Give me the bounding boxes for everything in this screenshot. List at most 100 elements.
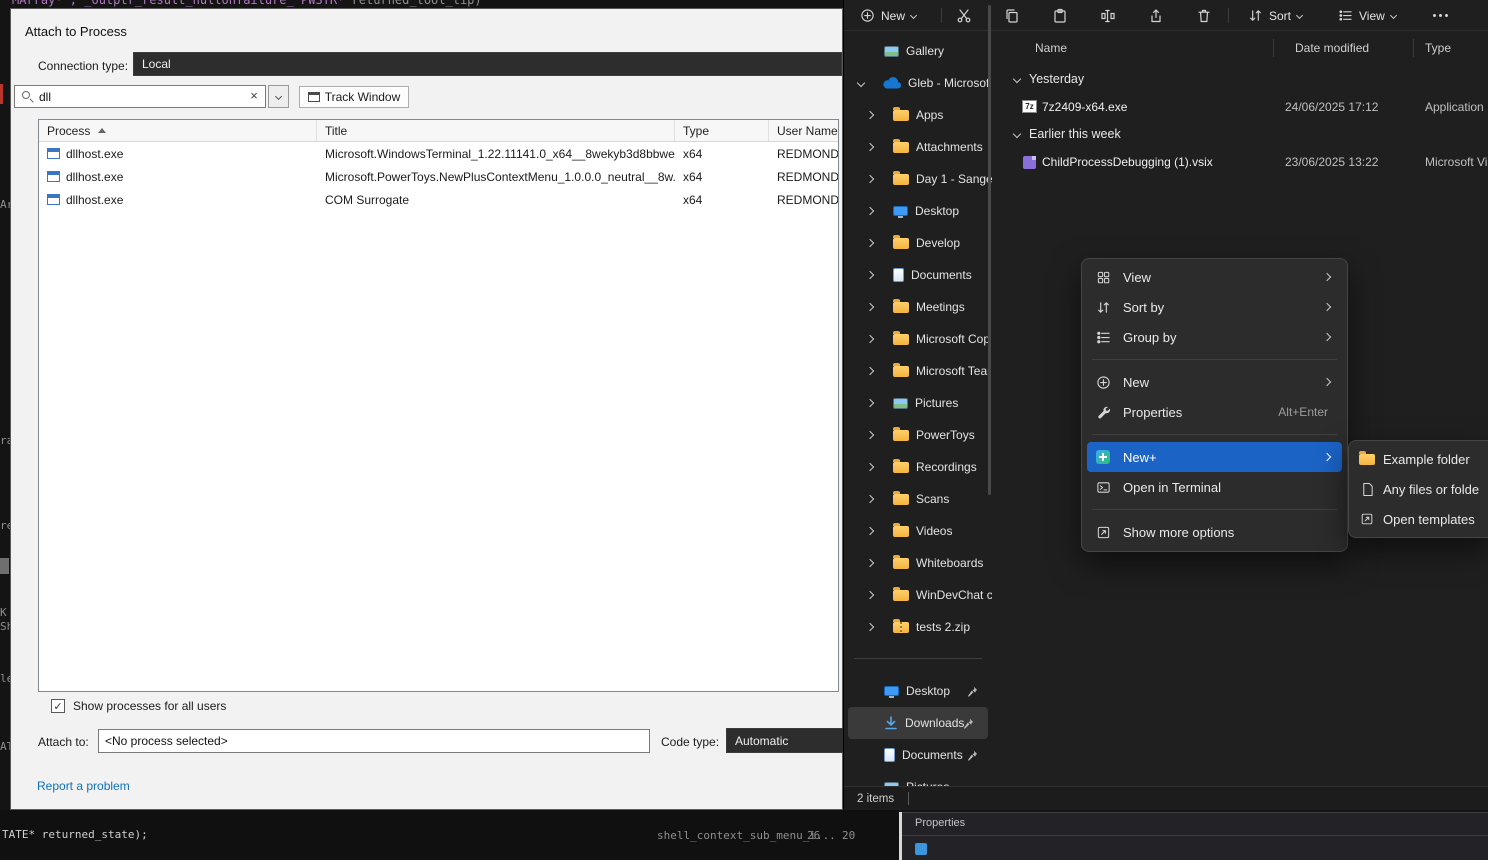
context-menu-item-group-by[interactable]: Group by bbox=[1087, 322, 1342, 352]
filter-dropdown-button[interactable] bbox=[268, 85, 289, 108]
group-header-yesterday[interactable]: Yesterday bbox=[1014, 65, 1084, 93]
track-window-button[interactable]: Track Window bbox=[299, 86, 409, 108]
context-menu-item-view[interactable]: View bbox=[1087, 262, 1342, 292]
context-menu-item-open-in-terminal[interactable]: Open in Terminal bbox=[1087, 472, 1342, 502]
attach-to-field[interactable] bbox=[98, 729, 650, 753]
chevron-right-icon[interactable] bbox=[866, 559, 874, 567]
see-more-button[interactable] bbox=[1428, 2, 1452, 29]
chevron-down-icon[interactable] bbox=[857, 79, 865, 87]
context-menu-item-show-more-options[interactable]: Show more options bbox=[1087, 517, 1342, 547]
process-filter-input[interactable] bbox=[39, 86, 239, 107]
chevron-right-icon[interactable] bbox=[866, 431, 874, 439]
sidebar-item-pictures[interactable]: Pictures bbox=[844, 387, 992, 419]
chevron-right-icon[interactable] bbox=[866, 495, 874, 503]
share-button[interactable] bbox=[1140, 2, 1172, 29]
sort-button[interactable]: Sort bbox=[1240, 2, 1310, 29]
column-header-title[interactable]: Title bbox=[317, 120, 675, 141]
paste-button[interactable] bbox=[1044, 2, 1076, 29]
sidebar-item-desktop[interactable]: Desktop bbox=[844, 195, 992, 227]
chevron-right-icon[interactable] bbox=[866, 143, 874, 151]
sidebar-item-whiteboards[interactable]: Whiteboards bbox=[844, 547, 992, 579]
sidebar-item-label: Meetings bbox=[916, 300, 965, 314]
sidebar-item-apps[interactable]: Apps bbox=[844, 99, 992, 131]
submenu-item-any-files[interactable]: Any files or folde bbox=[1349, 474, 1488, 504]
sidebar-item-label: Apps bbox=[916, 108, 943, 122]
context-menu-item-properties[interactable]: Properties Alt+Enter bbox=[1087, 397, 1342, 427]
sidebar-item-gallery[interactable]: Gallery bbox=[844, 35, 992, 67]
sidebar-pinned-desktop[interactable]: Desktop bbox=[844, 675, 992, 707]
submenu-item-example-folder[interactable]: Example folder bbox=[1349, 444, 1488, 474]
connection-type-value: Local bbox=[142, 57, 171, 71]
new-button[interactable]: New bbox=[852, 2, 924, 29]
menu-item-label: New bbox=[1123, 375, 1149, 390]
sidebar-item-powertoys[interactable]: PowerToys bbox=[844, 419, 992, 451]
sidebar-item-meetings[interactable]: Meetings bbox=[844, 291, 992, 323]
connection-type-select[interactable]: Local bbox=[133, 52, 842, 76]
context-menu-item-sort-by[interactable]: Sort by bbox=[1087, 292, 1342, 322]
column-header-user[interactable]: User Name bbox=[769, 120, 838, 141]
column-header-type[interactable]: Type bbox=[675, 120, 769, 141]
chevron-right-icon[interactable] bbox=[866, 111, 874, 119]
sidebar-pinned-documents[interactable]: Documents bbox=[844, 739, 992, 771]
chevron-right-icon[interactable] bbox=[866, 271, 874, 279]
show-all-users-checkbox[interactable]: ✓ bbox=[51, 699, 65, 713]
delete-button[interactable] bbox=[1188, 2, 1220, 29]
table-row[interactable]: dllhost.exe COM Surrogate x64 REDMOND bbox=[39, 188, 838, 211]
sidebar-item-microsoft-tear[interactable]: Microsoft Tear bbox=[844, 355, 992, 387]
chevron-right-icon[interactable] bbox=[866, 207, 874, 215]
chevron-right-icon[interactable] bbox=[866, 239, 874, 247]
context-menu-item-new[interactable]: New bbox=[1087, 367, 1342, 397]
column-separator[interactable] bbox=[1273, 39, 1274, 57]
chevron-right-icon[interactable] bbox=[866, 527, 874, 535]
file-row[interactable]: ChildProcessDebugging (1).vsix 23/06/202… bbox=[1001, 148, 1488, 176]
nav-scrollbar[interactable] bbox=[988, 5, 991, 495]
sidebar-item-videos[interactable]: Videos bbox=[844, 515, 992, 547]
cut-button[interactable] bbox=[948, 2, 980, 29]
clear-filter-icon[interactable]: × bbox=[247, 88, 261, 104]
chevron-right-icon bbox=[1323, 303, 1331, 311]
status-separator bbox=[908, 792, 909, 805]
view-button-label: View bbox=[1359, 9, 1385, 23]
sidebar-item-recordings[interactable]: Recordings bbox=[844, 451, 992, 483]
chevron-right-icon[interactable] bbox=[866, 463, 874, 471]
table-row[interactable]: dllhost.exe Microsoft.WindowsTerminal_1.… bbox=[39, 142, 838, 165]
chevron-right-icon[interactable] bbox=[866, 303, 874, 311]
sidebar-item-tests-zip[interactable]: tests 2.zip bbox=[844, 611, 992, 643]
chevron-right-icon[interactable] bbox=[866, 623, 874, 631]
chevron-right-icon[interactable] bbox=[866, 175, 874, 183]
submenu-item-open-templates[interactable]: Open templates bbox=[1349, 504, 1488, 534]
chevron-right-icon[interactable] bbox=[866, 399, 874, 407]
menu-item-label: Open in Terminal bbox=[1123, 480, 1221, 495]
code-type-select[interactable]: Automatic bbox=[726, 728, 844, 753]
process-type: x64 bbox=[683, 147, 702, 161]
code-fragment: K bbox=[0, 606, 7, 619]
chevron-right-icon[interactable] bbox=[866, 591, 874, 599]
sidebar-item-windevchat[interactable]: WinDevChat c bbox=[844, 579, 992, 611]
sidebar-item-microsoft-cop[interactable]: Microsoft Cop bbox=[844, 323, 992, 355]
column-header-name[interactable]: Name bbox=[1035, 41, 1067, 55]
context-menu-item-new-plus[interactable]: New+ bbox=[1087, 442, 1342, 472]
group-header-earlier-this-week[interactable]: Earlier this week bbox=[1014, 120, 1121, 148]
column-separator[interactable] bbox=[1413, 39, 1414, 57]
column-header-process[interactable]: Process bbox=[39, 120, 317, 141]
process-filter-box[interactable]: × bbox=[14, 85, 266, 108]
view-button[interactable]: View bbox=[1330, 2, 1404, 29]
chevron-right-icon[interactable] bbox=[866, 335, 874, 343]
sidebar-item-attachments[interactable]: Attachments bbox=[844, 131, 992, 163]
sidebar-item-onedrive[interactable]: Gleb - Microsof bbox=[844, 67, 992, 99]
sidebar-item-documents[interactable]: Documents bbox=[844, 259, 992, 291]
sidebar-pinned-pictures[interactable]: Pictures bbox=[844, 771, 992, 786]
column-header-date-modified[interactable]: Date modified bbox=[1295, 41, 1369, 55]
copy-button[interactable] bbox=[996, 2, 1028, 29]
sidebar-pinned-downloads[interactable]: Downloads bbox=[848, 707, 988, 739]
sidebar-item-develop[interactable]: Develop bbox=[844, 227, 992, 259]
file-row[interactable]: 7z 7z2409-x64.exe 24/06/2025 17:12 Appli… bbox=[1001, 93, 1488, 121]
sidebar-item-day1-sangee[interactable]: Day 1 - Sangee bbox=[844, 163, 992, 195]
sidebar-item-scans[interactable]: Scans bbox=[844, 483, 992, 515]
table-row[interactable]: dllhost.exe Microsoft.PowerToys.NewPlusC… bbox=[39, 165, 838, 188]
column-header-type[interactable]: Type bbox=[1425, 41, 1451, 55]
rename-button[interactable] bbox=[1092, 2, 1124, 29]
menu-item-label: Group by bbox=[1123, 330, 1176, 345]
report-a-problem-link[interactable]: Report a problem bbox=[37, 779, 130, 793]
chevron-right-icon[interactable] bbox=[866, 367, 874, 375]
